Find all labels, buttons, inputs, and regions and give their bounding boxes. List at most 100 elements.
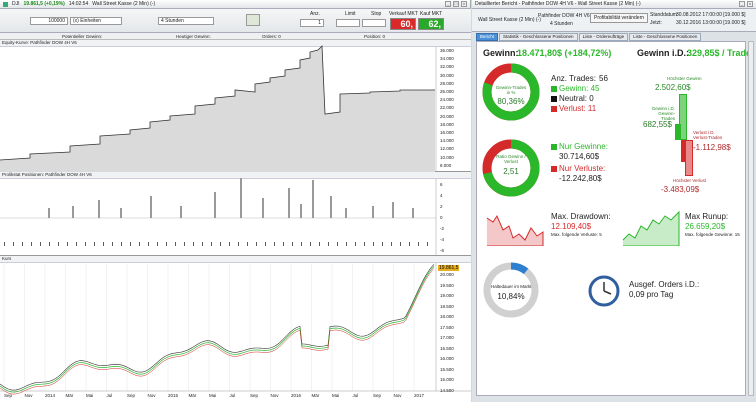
start-date-value: 30.08.2012 17:00:00 [19.000 $] [676,12,746,18]
time-axis-tick: 2017 [414,393,425,398]
trade-tick [265,242,266,246]
tab-orders[interactable]: Liste - Ordereufträge [578,33,629,41]
price-axis-tick: 17.500 [440,324,454,330]
last-price-marker: 19.861,5 [438,265,460,271]
equity-axis-tick: 10.000 [440,154,454,160]
equity-axis-tick: 28.000 [440,80,454,86]
runup-sub: Max. folgende Gewinne: 15 [685,232,740,237]
timeframe-select[interactable]: 4 Stunden [158,17,214,25]
tab-statistics[interactable]: Statistik - Geschlossene Positionen [499,33,578,41]
trade-tick [67,242,68,246]
price-change: 19.861,5 (+0,19%) [23,1,65,7]
trade-tick [337,242,338,246]
trade-tick [247,242,248,246]
clock-time: 14:02:54 [68,1,89,7]
drawdown-sparkline [485,208,545,246]
equity-axis-tick: 22.000 [440,105,454,111]
trade-tick [184,242,185,246]
report-scrollbar[interactable] [748,41,754,396]
report-strategy: Pathfinder DOW 4H V6 [538,13,590,19]
stop-label: Stop [371,11,382,17]
price-axis-tick: 16.000 [440,356,454,361]
report-tabs: Bericht Statistik - Geschlossene Positio… [476,33,752,41]
chart-settings-button[interactable] [246,14,260,26]
position-bar [345,208,347,218]
market-time-label: Haltedauer im Markt [491,284,532,289]
only-gains-value: 30.714,60$ [559,152,600,161]
position-bar [240,178,242,218]
time-axis-tick: Nov [147,393,156,398]
maximize-button[interactable]: □ [453,1,459,7]
trade-tick [49,242,50,246]
trade-tick [13,242,14,246]
price-axis-tick: 15.500 [440,366,454,372]
position-bar [372,206,374,218]
tab-report[interactable]: Bericht [476,33,499,41]
buy-label: Kauf MKT [420,11,443,17]
stop-input[interactable] [362,19,386,27]
orders-per-day-value: 0,09 pro Tag [629,290,674,299]
position-bar [312,180,314,218]
trade-tick [58,242,59,246]
gain-per-trade-label: Gewinn i.D.: [637,48,690,58]
time-axis-tick: 2015 [168,393,179,398]
trade-tick [148,242,149,246]
neutral-count-label: Neutral: [559,94,588,103]
trade-tick [31,242,32,246]
trade-tick [409,242,410,246]
time-axis-tick: Mär [65,393,74,398]
equity-axis-tick: 32.000 [440,64,454,70]
price-axis-tick: 18.000 [440,314,454,319]
report-close-button[interactable]: × [747,1,753,7]
positions-axis-tick: 4 [440,193,443,198]
trade-tick [76,242,77,246]
price-axis-tick: 19.500 [440,282,454,288]
equity-pane: Equity-Kurve: Pathfinder DOW 4H V6 36.00… [0,40,471,172]
gain-per-trade-value: 329,85$ / Trade [687,48,752,58]
price-axis-tick: 15.000 [440,377,454,382]
runup-label: Max Runup: [685,212,729,221]
positions-pane: Prolikstat Positionen: Pathfinder DOW 4H… [0,172,471,256]
close-button[interactable]: × [461,1,467,7]
equity-axis-tick: 16.000 [440,130,454,135]
equity-axis-tick: 12.000 [440,146,454,152]
trade-tick [139,242,140,246]
win-rate-value: 80,36% [497,97,525,106]
profitability-button[interactable]: Profitabilität verändern [590,13,649,23]
trade-tick [4,242,5,246]
app-icon [3,1,8,7]
tab-closed-positions[interactable]: Liste - Geschlossene Positionen [629,33,702,41]
neutral-count: 0 [589,94,594,103]
trade-tick [382,242,383,246]
limit-input[interactable] [336,19,360,27]
orders-label: Orders: 0 [262,34,281,39]
position-bar [412,208,414,218]
position-bar [48,208,50,218]
positions-axis-tick: -4 [440,237,445,242]
trade-tick [202,242,203,246]
equity-axis-tick: 24.000 [440,97,454,103]
minimize-button[interactable]: _ [445,1,451,7]
positions-axis-tick: 2 [440,204,443,209]
trade-tick [301,242,302,246]
drawdown-sub: Max. folgende Verluste: 5 [551,232,602,237]
position-header: Potentieller Gewinn: Heutiger Gewinn: Or… [0,33,471,40]
report-minimize-button[interactable]: _ [739,1,745,7]
profit-ratio-value: 2,51 [503,167,519,176]
time-axis-tick: Mär [311,393,320,398]
price-pane: Kurs 19.861,5 20.000 19.500 19.000 18.500 18… [0,256,471,402]
anz-input[interactable]: 1 [300,19,324,27]
position-bar [72,206,74,218]
time-axis-tick: 2014 [45,393,56,398]
max-loss-value: -3.483,09$ [661,185,700,194]
unit-select[interactable]: (x) Einheiten [70,17,122,25]
quantity-input[interactable]: 100000 [30,17,68,25]
report-instrument: Wall Street Kasse (2 Min) (-) [478,17,541,23]
instrument-code: DJI [12,1,20,7]
sell-market-button[interactable]: 60, [390,18,416,30]
only-losses-swatch [551,165,557,172]
report-body: Gewinn: 18.471,80$ (+184,72%) Gewinn i.D… [476,41,751,396]
buy-market-button[interactable]: 62, [418,18,444,30]
report-title: Detaillierter Bericht - Pathfinder DOW 4… [475,1,641,7]
end-date-label: Jetzt: [650,20,662,26]
